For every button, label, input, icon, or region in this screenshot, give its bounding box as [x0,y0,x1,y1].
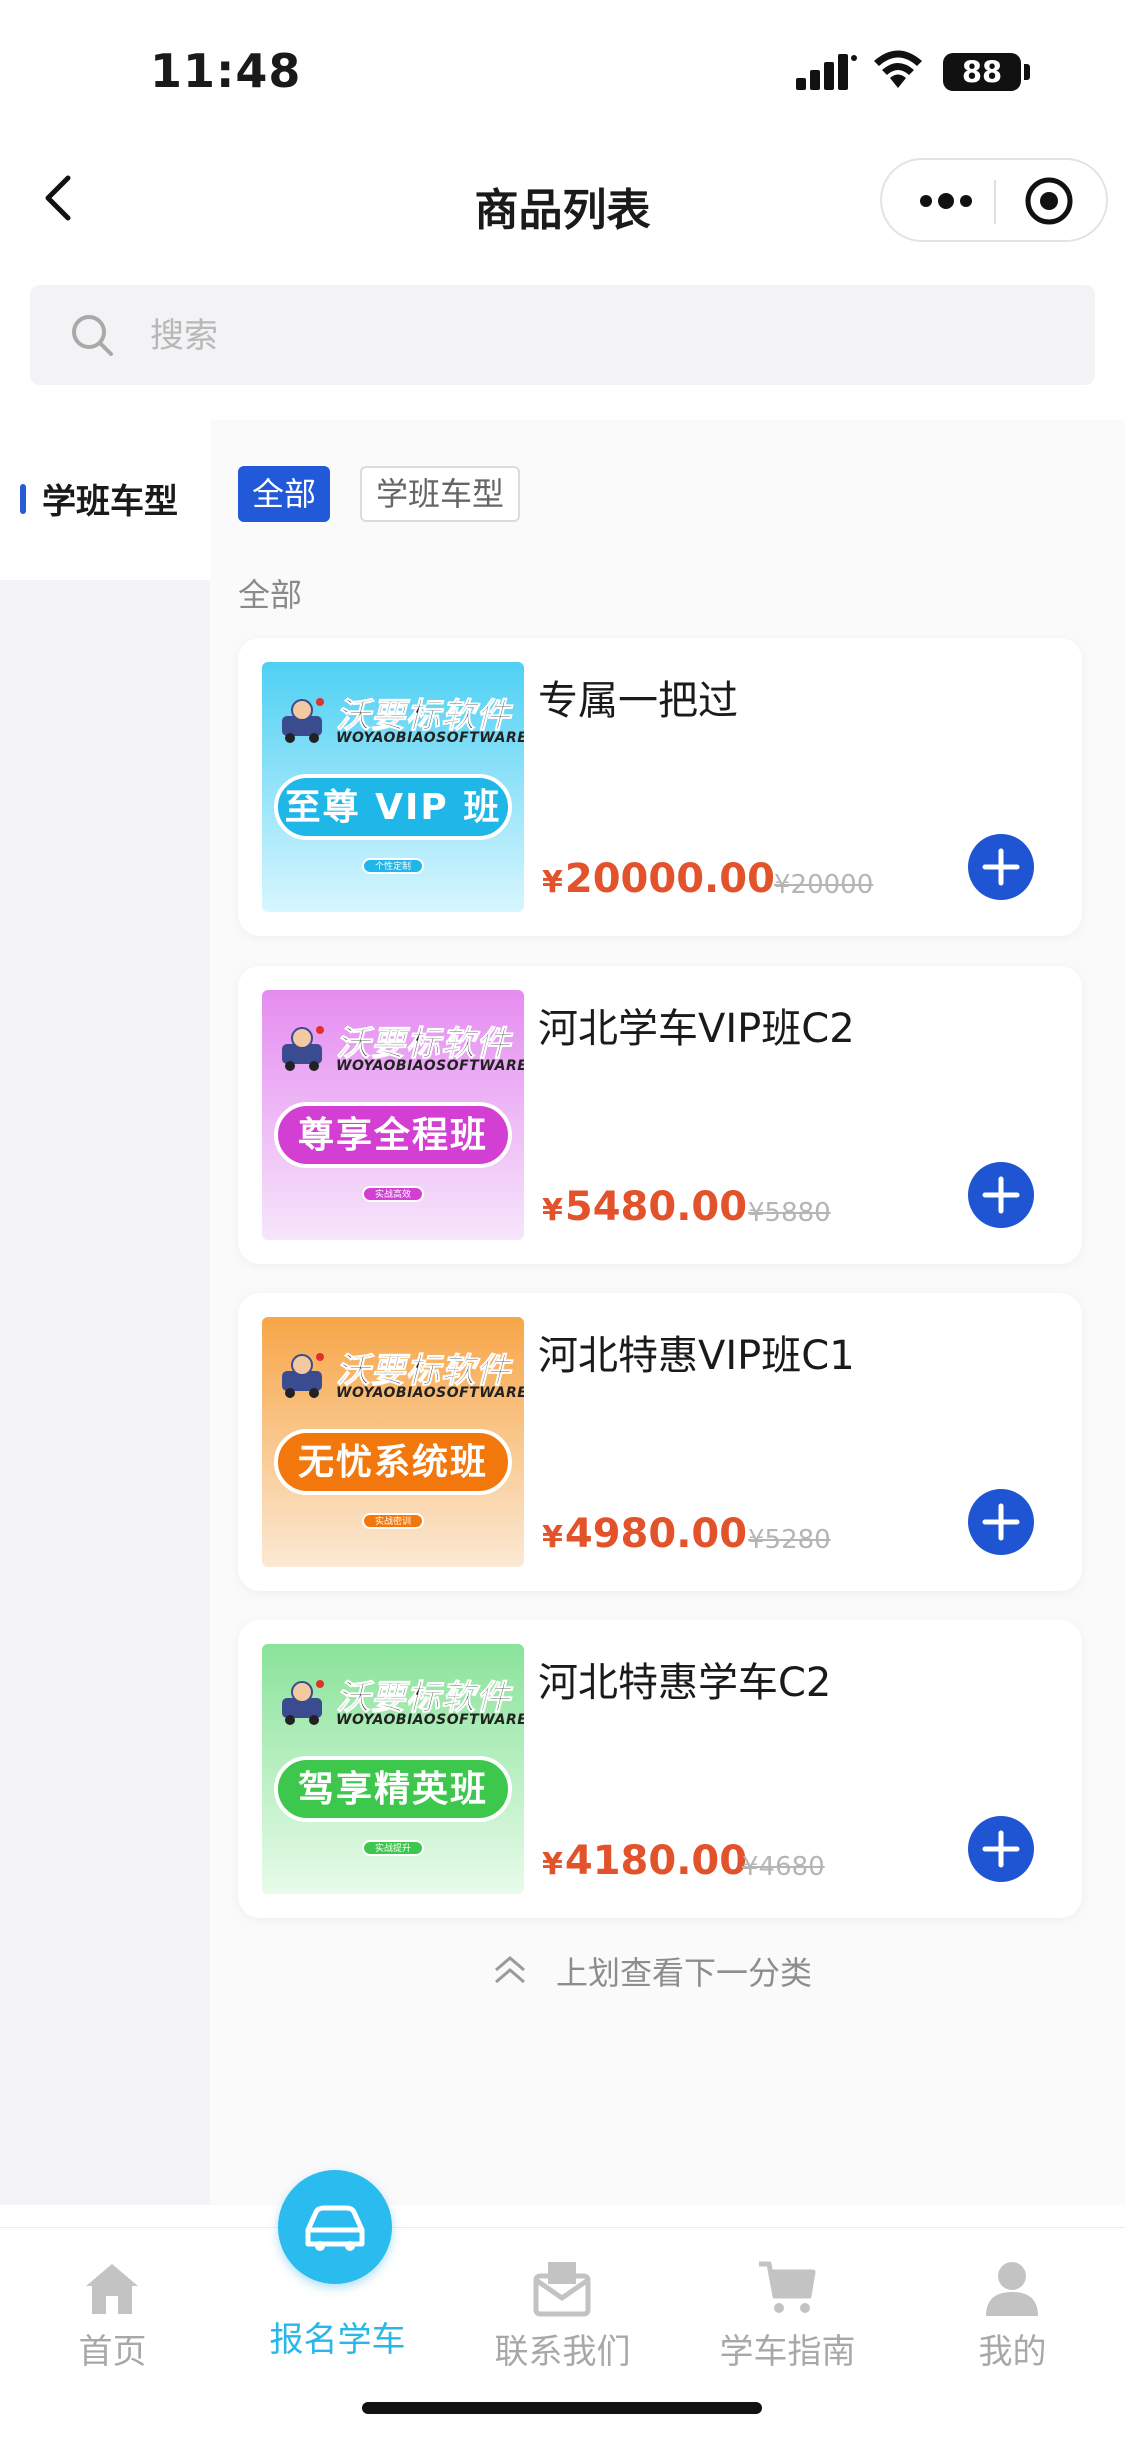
product-name: 河北特惠VIP班C1 [538,1333,855,1379]
search-input[interactable] [148,307,952,365]
brand-logo: 沃要标软件 WOYAOBIAOSOFTWARE [272,1343,524,1405]
currency-symbol: ¥ [542,1520,563,1555]
search-icon [72,315,113,356]
status-bar: 11:48 88 [0,0,1125,140]
plus-icon [982,1176,1020,1214]
section-label: 全部 [238,576,303,614]
plus-icon [982,848,1020,886]
filter-chip-class-type[interactable]: 学班车型 [360,466,521,522]
car-logo-icon [282,1680,324,1725]
original-price: ¥5880 [748,1198,831,1228]
add-to-cart-button[interactable] [968,1162,1034,1228]
product-card[interactable]: 沃要标软件 WOYAOBIAOSOFTWARE 至尊 VIP 班个性定制 专属一把过 ¥… [238,638,1082,936]
tab-home[interactable]: 首页 [0,2228,225,2408]
original-price: ¥4680 [742,1852,825,1882]
navigation-bar: 商品列表 [0,140,1125,260]
cellular-signal-icon [796,54,857,90]
tab-label: 联系我们 [494,2332,631,2372]
product-thumbnail: 沃要标软件 WOYAOBIAOSOFTWARE 尊享全程班实战高效 [262,990,524,1240]
product-thumbnail: 沃要标软件 WOYAOBIAOSOFTWARE 驾享精英班实战提升 [262,1644,524,1894]
battery-tip [1024,64,1030,80]
car-icon [305,2205,365,2251]
wifi-icon [874,50,922,88]
product-name: 专属一把过 [538,678,738,724]
product-card[interactable]: 沃要标软件 WOYAOBIAOSOFTWARE 尊享全程班实战高效 河北学车VIP班C… [238,966,1082,1264]
mail-icon [533,2262,591,2317]
mini-program-capsule [880,158,1108,242]
more-icon[interactable] [914,178,978,224]
plus-icon [982,1830,1020,1868]
product-price: ¥5480.00 [542,1184,747,1230]
home-indicator [362,2402,762,2414]
class-badge: 无忧系统班 [274,1429,512,1495]
car-logo-icon [282,698,324,743]
mini-tag: 实战提升 [362,1840,424,1856]
class-badge: 尊享全程班 [274,1102,512,1168]
brand-subtitle: WOYAOBIAOSOFTWARE [336,730,524,746]
mini-tag: 个性定制 [362,858,424,874]
tab-label: 首页 [78,2332,147,2372]
product-price: ¥4980.00 [542,1511,747,1557]
plus-icon [982,1503,1020,1541]
sidebar-item-label[interactable]: 学班车型 [42,474,178,523]
brand-logo: 沃要标软件 WOYAOBIAOSOFTWARE [272,1016,524,1078]
tab-label: 学车指南 [719,2332,856,2372]
search-bar[interactable] [30,285,1095,385]
currency-symbol: ¥ [542,1847,563,1882]
tab-guide[interactable]: 学车指南 [675,2228,900,2408]
brand-logo: 沃要标软件 WOYAOBIAOSOFTWARE [272,1670,524,1732]
home-icon [86,2264,138,2314]
original-price: ¥5280 [748,1525,831,1555]
capsule-divider [994,180,996,224]
sidebar-active-indicator [20,484,26,514]
product-price: ¥20000.00 [542,856,775,902]
tab-label: 报名学车 [269,2320,406,2360]
product-thumbnail: 沃要标软件 WOYAOBIAOSOFTWARE 无忧系统班实战密训 [262,1317,524,1567]
product-price: ¥4180.00 [542,1838,747,1884]
battery-icon: 88 [943,53,1021,91]
enroll-fab-button[interactable] [278,2170,392,2284]
original-price: ¥20000 [774,870,874,900]
filter-chip-all[interactable]: 全部 [238,466,331,522]
currency-symbol: ¥ [542,1193,563,1228]
add-to-cart-button[interactable] [968,1489,1034,1555]
cart-icon [759,2261,816,2313]
price-value: 20000.00 [564,856,775,902]
class-badge: 至尊 VIP 班 [274,774,512,840]
close-target-icon[interactable] [1024,176,1074,226]
class-badge: 驾享精英班 [274,1756,512,1822]
add-to-cart-button[interactable] [968,1816,1034,1882]
currency-symbol: ¥ [542,865,563,900]
brand-subtitle: WOYAOBIAOSOFTWARE [336,1712,524,1728]
price-value: 4180.00 [564,1838,748,1884]
sidebar-empty-area [0,580,210,2205]
product-card[interactable]: 沃要标软件 WOYAOBIAOSOFTWARE 无忧系统班实战密训 河北特惠VIP班C… [238,1293,1082,1591]
product-card[interactable]: 沃要标软件 WOYAOBIAOSOFTWARE 驾享精英班实战提升 河北特惠学车C2 ¥… [238,1620,1082,1918]
product-name: 河北特惠学车C2 [538,1660,832,1706]
product-name: 河北学车VIP班C2 [538,1006,855,1052]
product-thumbnail: 沃要标软件 WOYAOBIAOSOFTWARE 至尊 VIP 班个性定制 [262,662,524,912]
tab-contact[interactable]: 联系我们 [450,2228,675,2408]
brand-subtitle: WOYAOBIAOSOFTWARE [336,1385,524,1401]
user-icon [986,2262,1038,2316]
next-category-hint: 上划查看下一分类 [556,1954,813,1992]
double-chevron-up-icon [495,1956,525,1984]
brand-logo: 沃要标软件 WOYAOBIAOSOFTWARE [272,688,524,750]
mini-tag: 实战高效 [362,1186,424,1202]
price-value: 5480.00 [564,1184,748,1230]
brand-subtitle: WOYAOBIAOSOFTWARE [336,1058,524,1074]
tab-mine[interactable]: 我的 [900,2228,1125,2408]
price-value: 4980.00 [564,1511,748,1557]
tab-label: 我的 [978,2332,1047,2372]
car-logo-icon [282,1026,324,1071]
mini-tag: 实战密训 [362,1513,424,1529]
status-time: 11:48 [150,44,302,98]
add-to-cart-button[interactable] [968,834,1034,900]
car-logo-icon [282,1353,324,1398]
